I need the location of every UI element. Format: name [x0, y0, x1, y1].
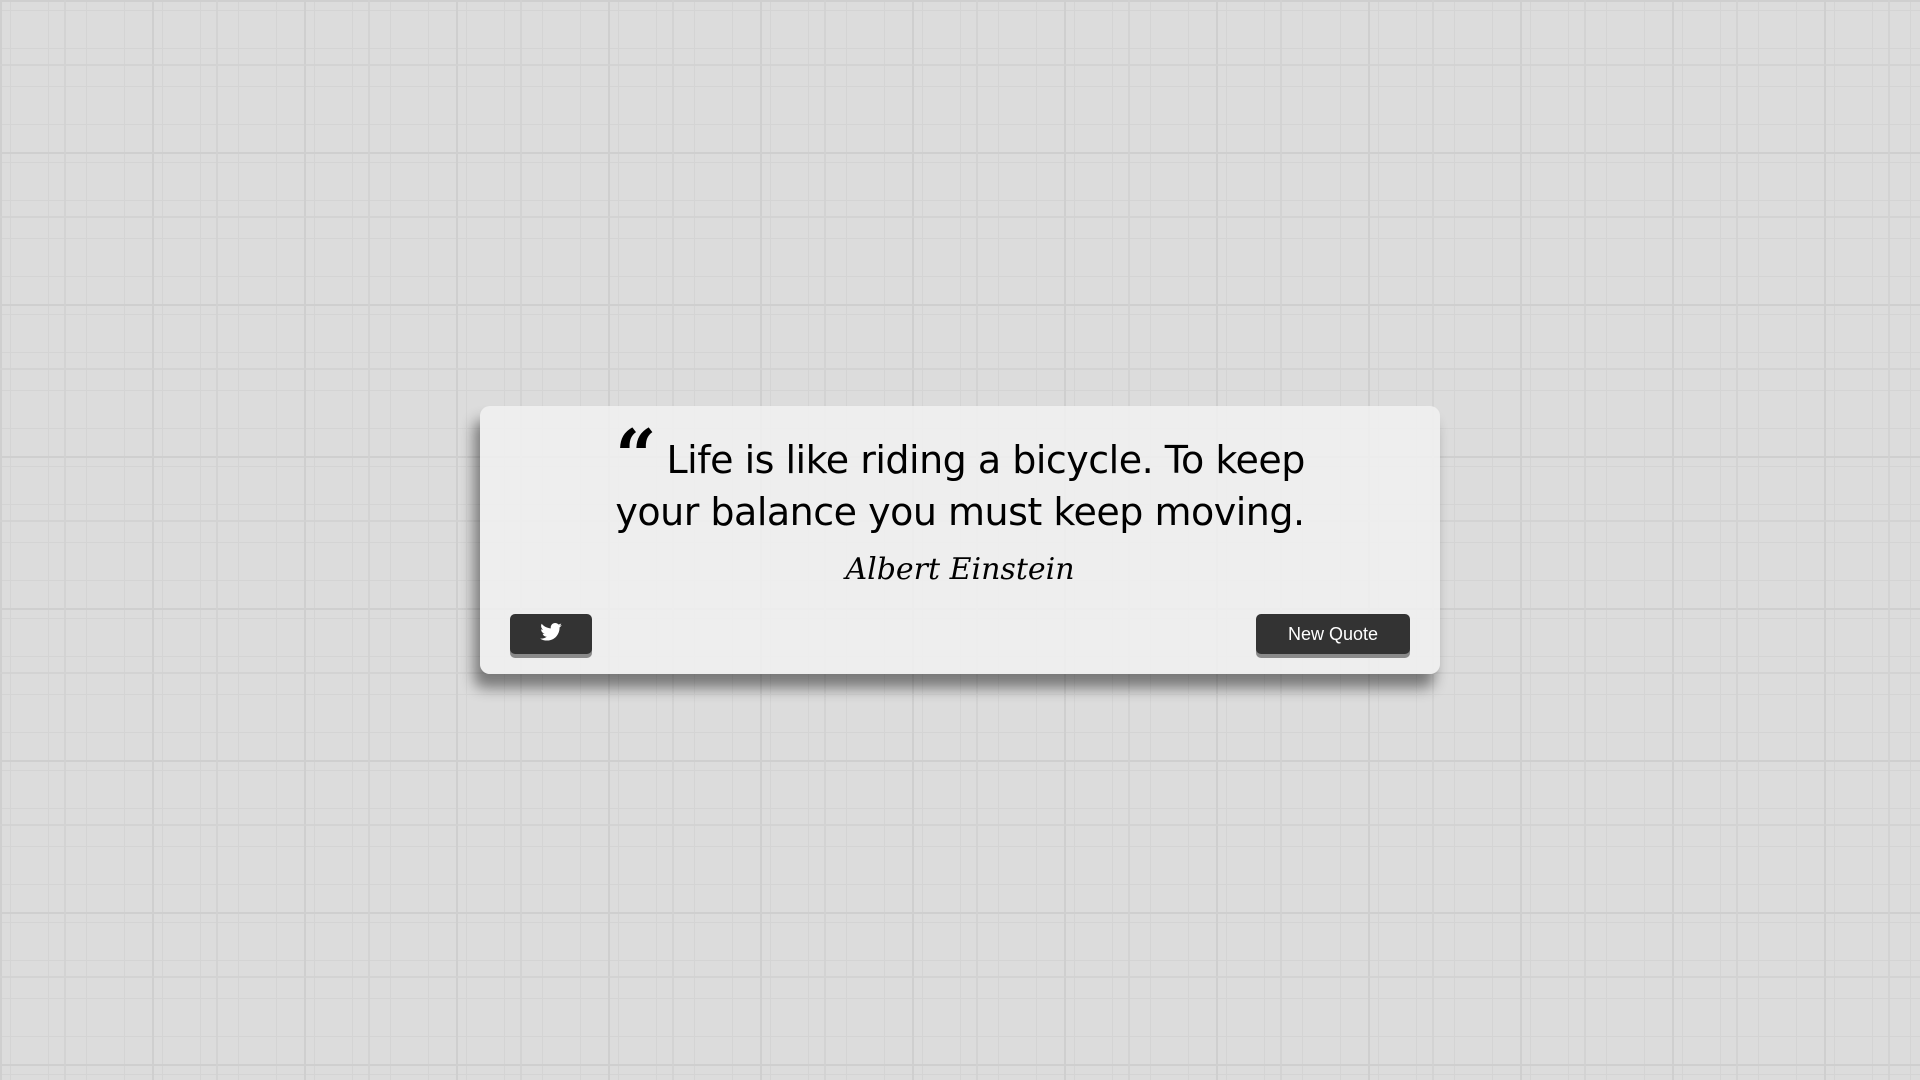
tweet-button[interactable]: [510, 614, 592, 654]
quote-block: “Life is like riding a bicycle. To keep …: [510, 413, 1410, 538]
twitter-icon: [540, 623, 562, 645]
quote-author: Albert Einstein: [845, 552, 1075, 587]
quote-card: “Life is like riding a bicycle. To keep …: [480, 406, 1440, 674]
quote-text: Life is like riding a bicycle. To keep y…: [615, 438, 1305, 534]
new-quote-button[interactable]: New Quote: [1256, 614, 1410, 654]
quote-mark-icon: “: [615, 413, 657, 498]
